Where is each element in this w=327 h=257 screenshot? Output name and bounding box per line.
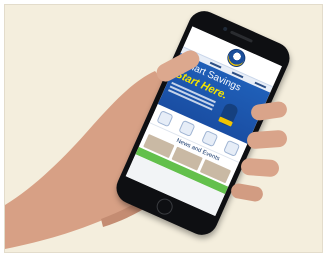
home-button-icon[interactable] (154, 196, 176, 218)
site-logo[interactable] (224, 46, 249, 70)
quick-link-icon[interactable] (178, 119, 196, 137)
front-camera-icon (222, 26, 228, 32)
quick-link-icon[interactable] (156, 109, 174, 127)
finger-middle (246, 129, 288, 150)
quick-link-icon[interactable] (223, 139, 241, 157)
speaker-grille (229, 30, 254, 43)
finger-ring (240, 157, 280, 178)
photo-frame: Smart Savings Start Here. News and Event… (4, 4, 323, 253)
quick-link-icon[interactable] (201, 129, 219, 147)
